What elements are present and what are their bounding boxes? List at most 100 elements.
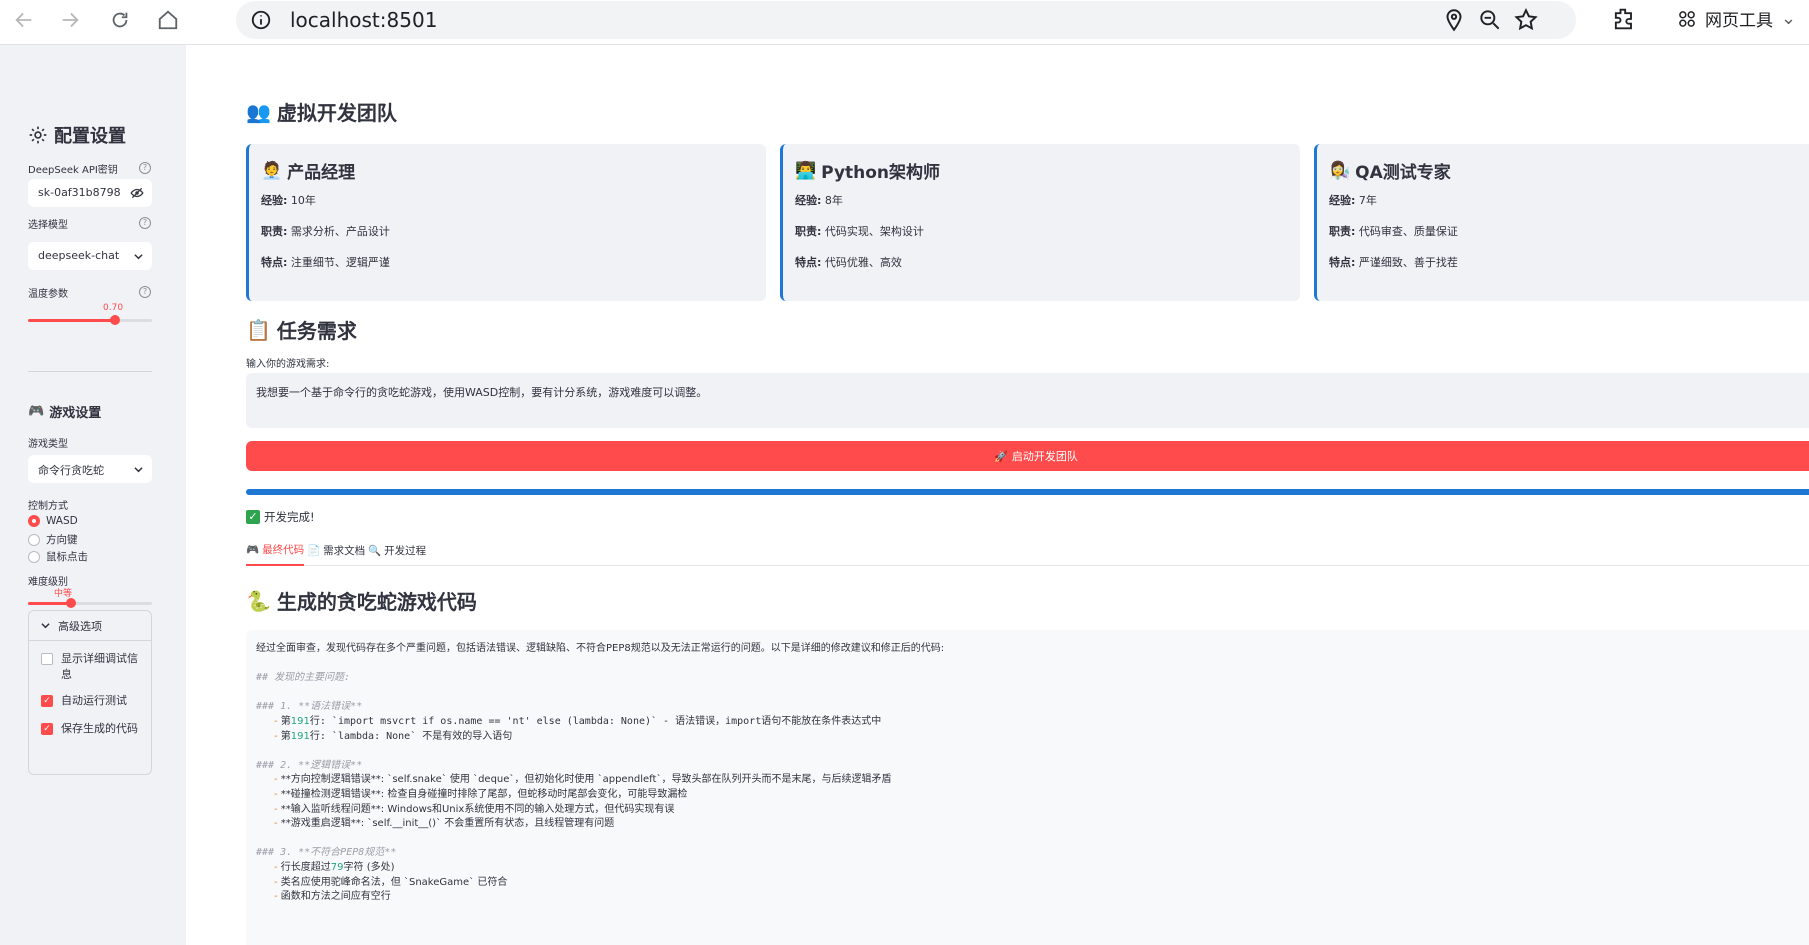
code-line: - 函数和方法之间应有空行 bbox=[274, 891, 391, 903]
checkbox-debug-info[interactable]: 显示详细调试信息 bbox=[41, 651, 147, 683]
code-section-title: ### 2. **逻辑错误** bbox=[256, 759, 363, 771]
radio-circle[interactable] bbox=[28, 515, 40, 527]
api-key-input[interactable]: sk-0af31b8798 bbox=[28, 179, 152, 207]
code-line: - 第191行: `lambda: None` 不是有效的导入语句 bbox=[274, 730, 513, 742]
gear-icon bbox=[29, 126, 47, 144]
checkbox-save-code[interactable]: ✓ 保存生成的代码 bbox=[41, 721, 147, 737]
model-select[interactable]: deepseek-chat bbox=[28, 242, 152, 270]
chevron-down-icon bbox=[134, 467, 143, 473]
tab-bar: 🎮 最终代码 📄 需求文档 🔍 开发过程 bbox=[246, 534, 1809, 566]
hide-password-icon[interactable] bbox=[130, 186, 144, 200]
radio-arrow-keys[interactable]: 方向键 bbox=[28, 532, 78, 547]
model-label: 选择模型 bbox=[28, 220, 68, 231]
code-title: 🐍 生成的贪吃蛇游戏代码 bbox=[246, 588, 477, 615]
chevron-down-icon: ⌄ bbox=[1781, 8, 1797, 29]
grid-icon bbox=[1679, 10, 1695, 27]
member-name: 👨‍💻 Python架构师 bbox=[795, 160, 941, 184]
address-bar[interactable]: localhost:8501 bbox=[236, 1, 1576, 39]
radio-mouse-click[interactable]: 鼠标点击 bbox=[28, 549, 88, 564]
task-title: 📋 任务需求 bbox=[246, 317, 357, 344]
member-name: 🧑‍💼 产品经理 bbox=[261, 160, 356, 184]
tab-requirements-doc[interactable]: 📄 需求文档 bbox=[307, 534, 365, 566]
home-icon[interactable] bbox=[152, 4, 184, 36]
temperature-label: 温度参数 bbox=[28, 289, 68, 300]
web-tools-button[interactable]: 网页工具 ⌄ bbox=[1677, 6, 1796, 31]
requirement-input-label: 输入你的游戏需求: bbox=[246, 359, 330, 370]
site-info-icon[interactable] bbox=[250, 9, 272, 31]
checkbox-auto-test[interactable]: ✓ 自动运行测试 bbox=[41, 693, 147, 709]
member-experience: 经验: 8年 bbox=[795, 194, 843, 207]
code-section-title: ### 1. **语法错误** bbox=[256, 701, 363, 713]
zoom-out-icon[interactable] bbox=[1477, 7, 1503, 33]
back-icon[interactable] bbox=[8, 4, 40, 36]
code-line: - **方向控制逻辑错误**: `self.snake` 使用 `deque`，… bbox=[274, 774, 892, 786]
checkbox[interactable]: ✓ bbox=[41, 723, 53, 735]
code-intro: 经过全面审查，发现代码存在多个严重问题，包括语法错误、逻辑缺陷、不符合PEP8规… bbox=[256, 643, 945, 654]
tab-dev-process[interactable]: 🔍 开发过程 bbox=[368, 534, 426, 566]
temperature-value: 0.70 bbox=[103, 303, 124, 313]
url-text[interactable]: localhost:8501 bbox=[290, 8, 437, 32]
code-line: - 行长度超过79字符 (多处) bbox=[274, 861, 395, 873]
progress-fill bbox=[246, 489, 1809, 495]
code-output: 经过全面审查，发现代码存在多个严重问题，包括语法错误、逻辑缺陷、不符合PEP8规… bbox=[246, 630, 1809, 945]
checkbox[interactable]: ✓ bbox=[41, 695, 53, 707]
check-icon: ✓ bbox=[246, 510, 260, 524]
game-type-select[interactable]: 命令行贪吃蛇 bbox=[28, 455, 152, 483]
clipboard-icon: 📋 bbox=[246, 317, 271, 342]
gamepad-icon: 🎮 bbox=[28, 404, 45, 419]
location-icon[interactable] bbox=[1441, 7, 1467, 33]
game-settings-title: 🎮 游戏设置 bbox=[28, 404, 102, 421]
slider-thumb[interactable] bbox=[109, 315, 120, 325]
difficulty-slider[interactable] bbox=[28, 598, 152, 608]
advanced-options-header[interactable]: 高级选项 bbox=[29, 611, 151, 641]
manager-icon: 🧑‍💼 bbox=[261, 160, 283, 181]
slider-thumb[interactable] bbox=[66, 598, 77, 608]
checkbox[interactable] bbox=[41, 653, 53, 665]
sidebar-title: 配置设置 bbox=[28, 122, 126, 148]
slider-fill bbox=[28, 319, 115, 322]
reload-icon[interactable] bbox=[104, 4, 136, 36]
member-duty: 职责: 需求分析、产品设计 bbox=[261, 225, 390, 238]
member-trait: 特点: 注重细节、逻辑严谨 bbox=[261, 256, 390, 269]
member-card: 👨‍💻 Python架构师 经验: 8年 职责: 代码实现、架构设计 特点: 代码… bbox=[780, 144, 1300, 301]
member-experience: 经验: 10年 bbox=[261, 194, 316, 207]
main-content: 👥 虚拟开发团队 🧑‍💼 产品经理 经验: 10年 职责: 需求分析、产品设计 特… bbox=[186, 45, 1809, 945]
bookmark-star-icon[interactable] bbox=[1513, 7, 1539, 33]
member-duty: 职责: 代码实现、架构设计 bbox=[795, 225, 924, 238]
member-experience: 经验: 7年 bbox=[1329, 194, 1377, 207]
member-card: 👩‍🔬 QA测试专家 经验: 7年 职责: 代码审查、质量保证 特点: 严谨细致、… bbox=[1314, 144, 1809, 301]
help-icon[interactable]: ? bbox=[139, 162, 151, 174]
extensions-icon[interactable] bbox=[1610, 5, 1638, 33]
browser-toolbar: localhost:8501 网页工具 ⌄ bbox=[0, 0, 1809, 45]
start-team-button[interactable]: 🚀 启动开发团队 bbox=[246, 441, 1809, 471]
help-icon[interactable]: ? bbox=[139, 286, 151, 298]
code-section-title: ### 3. **不符合PEP8规范** bbox=[256, 847, 397, 859]
chevron-down-icon bbox=[41, 623, 50, 629]
tester-icon: 👩‍🔬 bbox=[1329, 160, 1351, 181]
team-icon: 👥 bbox=[246, 99, 271, 124]
code-line: - **输入监听线程问题**: Windows和Unix系统使用不同的输入处理方… bbox=[274, 803, 675, 815]
developer-icon: 👨‍💻 bbox=[795, 160, 817, 181]
document-icon: 📄 bbox=[307, 544, 321, 557]
api-key-label: DeepSeek API密钥 bbox=[28, 165, 118, 176]
radio-circle[interactable] bbox=[28, 550, 40, 563]
member-name: 👩‍🔬 QA测试专家 bbox=[1329, 160, 1451, 184]
radio-circle[interactable] bbox=[28, 533, 40, 546]
advanced-options-expander: 高级选项 显示详细调试信息 ✓ 自动运行测试 ✓ 保存生成的代码 bbox=[28, 610, 152, 775]
chevron-down-icon bbox=[134, 254, 143, 260]
member-trait: 特点: 严谨细致、善于找茬 bbox=[1329, 256, 1458, 269]
web-tools-label: 网页工具 bbox=[1705, 11, 1773, 31]
success-message: ✓ 开发完成! bbox=[246, 509, 315, 525]
code-heading: ## 发现的主要问题: bbox=[256, 672, 351, 684]
temperature-slider[interactable] bbox=[28, 315, 152, 325]
code-line: - **游戏重启逻辑**: `self.__init__()` 不会重置所有状态… bbox=[274, 818, 615, 830]
radio-wasd[interactable]: WASD bbox=[28, 515, 78, 527]
forward-icon[interactable] bbox=[54, 4, 86, 36]
slider-fill bbox=[28, 602, 72, 605]
requirement-textarea[interactable]: 我想要一个基于命令行的贪吃蛇游戏，使用WASD控制，要有计分系统，游戏难度可以调… bbox=[246, 373, 1809, 428]
code-line: - **碰撞检测逻辑错误**: 检查自身碰撞时排除了尾部，但蛇移动时尾部会变化，… bbox=[274, 788, 688, 800]
game-type-label: 游戏类型 bbox=[28, 439, 68, 450]
help-icon[interactable]: ? bbox=[139, 217, 151, 229]
magnifier-icon: 🔍 bbox=[368, 544, 382, 557]
tab-final-code[interactable]: 🎮 最终代码 bbox=[246, 534, 305, 566]
